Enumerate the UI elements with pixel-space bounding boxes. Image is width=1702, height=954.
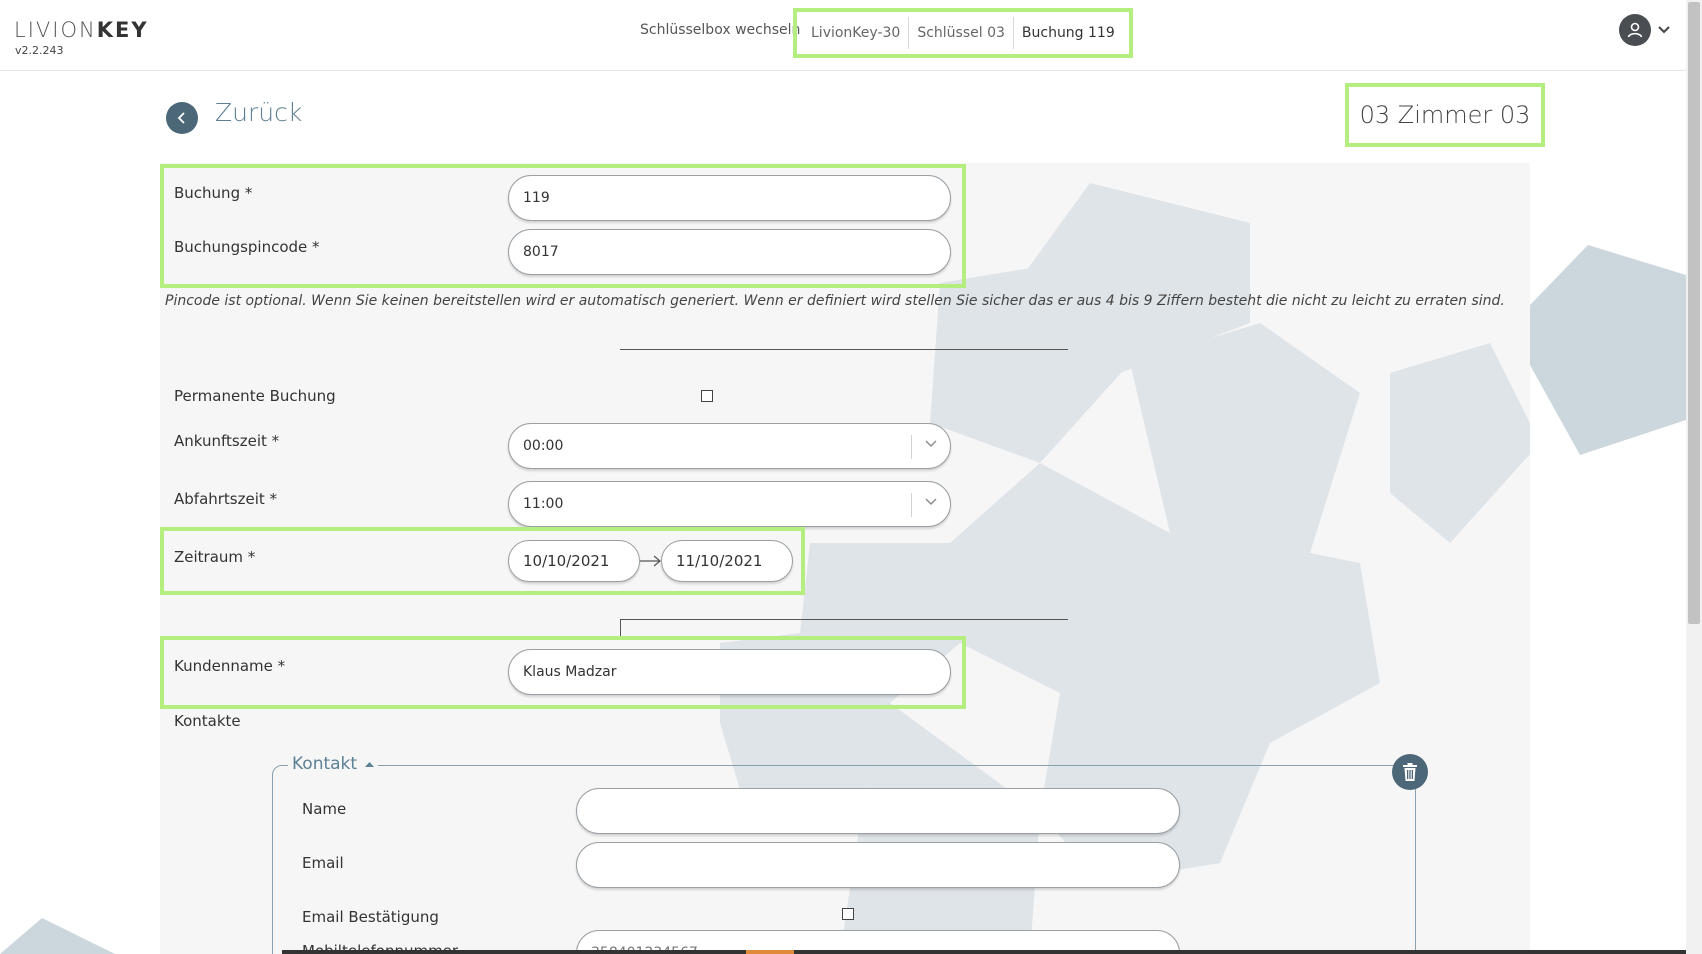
back-button[interactable] (166, 102, 198, 134)
top-bar: LIVIONKEY v2.2.243 Schlüsselbox wechseln… (0, 0, 1686, 71)
chevron-left-icon (177, 112, 185, 124)
period-end-input[interactable]: 11/10/2021 (661, 540, 793, 582)
departure-time-select[interactable]: 11:00 (508, 481, 951, 527)
hexagon-decoration-left (0, 918, 115, 954)
divider-bottom (620, 619, 1068, 620)
trash-icon (1403, 763, 1417, 781)
select-separator (911, 435, 912, 459)
bottom-bar-accent (746, 950, 794, 954)
contact-name-label: Name (302, 800, 347, 818)
arrival-time-value: 00:00 (523, 438, 564, 454)
contact-email-label: Email (302, 854, 344, 872)
pincode-label: Buchungspincode * (174, 238, 320, 256)
period-label: Zeitraum * (174, 548, 256, 566)
pincode-hint: Pincode ist optional. Wenn Sie keinen be… (165, 293, 1505, 309)
breadcrumb-booking[interactable]: Buchung 119 (1014, 17, 1123, 49)
hexagon-decoration-right (1530, 245, 1686, 455)
breadcrumb-keybox[interactable]: LivionKey-30 (803, 17, 910, 49)
booking-input[interactable]: 119 (508, 175, 951, 221)
divider-top (620, 349, 1068, 350)
arrival-time-label: Ankunftszeit * (174, 432, 280, 450)
logo: LIVIONKEY (14, 18, 149, 42)
contact-legend-toggle[interactable]: Kontakt (288, 754, 379, 774)
user-menu[interactable] (1619, 14, 1671, 46)
back-link[interactable]: Zurück (215, 98, 302, 127)
email-confirmation-label: Email Bestätigung (302, 908, 439, 926)
permanent-booking-label: Permanente Buchung (174, 387, 336, 405)
departure-time-value: 11:00 (523, 496, 564, 512)
breadcrumb-key[interactable]: Schlüssel 03 (909, 17, 1014, 49)
customer-name-label: Kundenname * (174, 657, 286, 675)
bottom-bar (282, 950, 1686, 954)
arrow-right-icon (640, 555, 661, 567)
contact-legend-label: Kontakt (292, 754, 358, 774)
divider-tick (620, 619, 621, 637)
arrival-time-select[interactable]: 00:00 (508, 423, 951, 469)
customer-name-input[interactable]: Klaus Madzar (508, 649, 951, 695)
switch-keybox-link[interactable]: Schlüsselbox wechseln (640, 22, 800, 38)
breadcrumb: LivionKey-30 Schlüssel 03 Buchung 119 (793, 8, 1133, 58)
room-title: 03 Zimmer 03 (1345, 83, 1545, 147)
permanent-booking-checkbox[interactable] (701, 390, 713, 402)
app-version: v2.2.243 (15, 44, 64, 57)
scrollbar-thumb[interactable] (1688, 2, 1700, 624)
email-confirmation-checkbox[interactable] (842, 908, 854, 920)
pincode-input[interactable]: 8017 (508, 229, 951, 275)
booking-label: Buchung * (174, 184, 253, 202)
chevron-down-icon (1658, 26, 1670, 34)
user-avatar-icon (1619, 14, 1651, 46)
caret-up-icon (365, 762, 375, 767)
period-start-input[interactable]: 10/10/2021 (508, 540, 640, 582)
delete-contact-button[interactable] (1392, 754, 1428, 790)
contact-name-input[interactable] (576, 788, 1180, 834)
scrollbar[interactable] (1686, 0, 1702, 954)
chevron-down-icon (925, 440, 937, 447)
contacts-label: Kontakte (174, 712, 241, 730)
contact-email-input[interactable] (576, 842, 1180, 888)
select-separator (911, 493, 912, 517)
chevron-down-icon (925, 498, 937, 505)
departure-time-label: Abfahrtszeit * (174, 490, 278, 508)
